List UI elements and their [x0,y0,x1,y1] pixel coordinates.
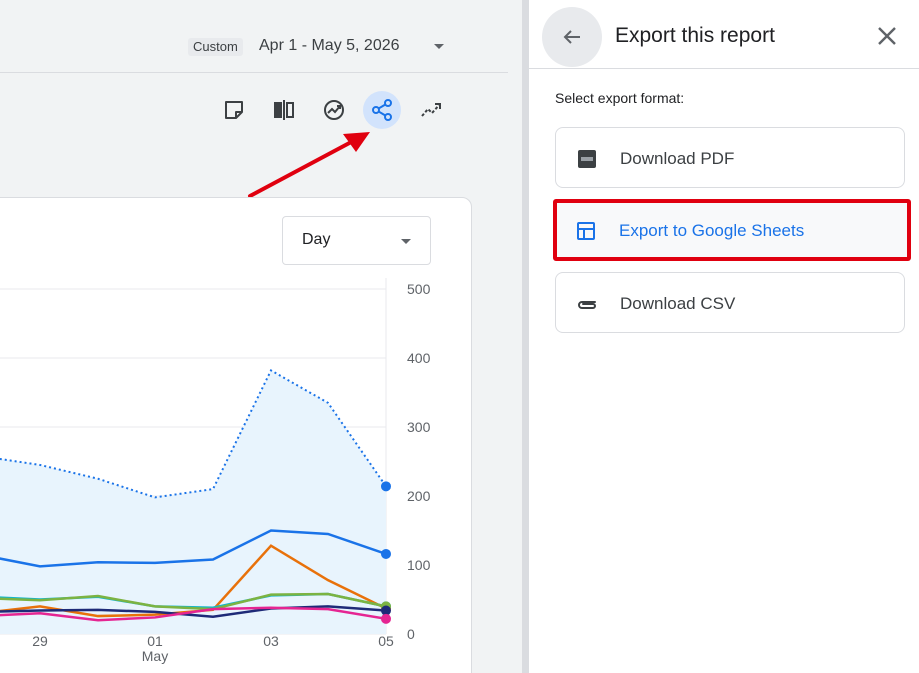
close-button[interactable] [873,22,901,50]
date-range-selector[interactable]: Apr 1 - May 5, 2026 [259,37,400,55]
series-end-marker [381,548,391,559]
x-tick-label: 05 [378,633,394,649]
attachment-icon [576,293,598,315]
y-tick-label: 100 [407,557,431,573]
granularity-select[interactable]: Day [282,216,431,265]
date-range-bar: Custom Apr 1 - May 5, 2026 [0,0,508,73]
download-csv-label: Download CSV [620,294,736,313]
export-google-sheets-label: Export to Google Sheets [619,221,805,240]
x-tick-label: 03 [263,633,279,649]
arrow-back-icon [563,30,580,44]
line-chart: 0 100 200 300 400 500 29 01 03 05 May [0,278,431,664]
date-chip: Custom [188,38,243,56]
panel-header: Export this report [529,0,919,69]
download-pdf-label: Download PDF [620,149,735,168]
trend-icon[interactable] [413,91,451,129]
pdf-icon [576,148,598,170]
y-tick-label: 0 [407,626,415,642]
y-tick-label: 300 [407,419,431,435]
y-tick-label: 200 [407,488,431,504]
sheets-icon [575,220,597,242]
chevron-down-icon [401,239,411,244]
download-pdf-button[interactable]: Download PDF [555,127,905,188]
granularity-value: Day [302,231,331,248]
back-button[interactable] [542,7,602,67]
export-panel: Export this report Select export format:… [529,0,919,673]
panel-title: Export this report [615,24,775,47]
x-tick-label: 01 [147,633,163,649]
close-icon [878,27,896,45]
download-csv-button[interactable]: Download CSV [555,272,905,333]
export-google-sheets-button[interactable]: Export to Google Sheets [553,199,911,261]
y-tick-label: 400 [407,350,431,366]
x-month-label: May [142,648,168,664]
report-area: Custom Apr 1 - May 5, 2026 Day 0 100 200… [0,0,522,673]
series-end-marker [381,613,391,624]
export-format-label: Select export format: [555,90,685,106]
series-end-marker [381,481,391,492]
panel-divider [522,0,529,673]
chevron-down-icon[interactable] [434,44,444,49]
x-tick-label: 29 [32,633,48,649]
y-tick-label: 500 [407,281,431,297]
annotation-arrow [248,132,370,198]
